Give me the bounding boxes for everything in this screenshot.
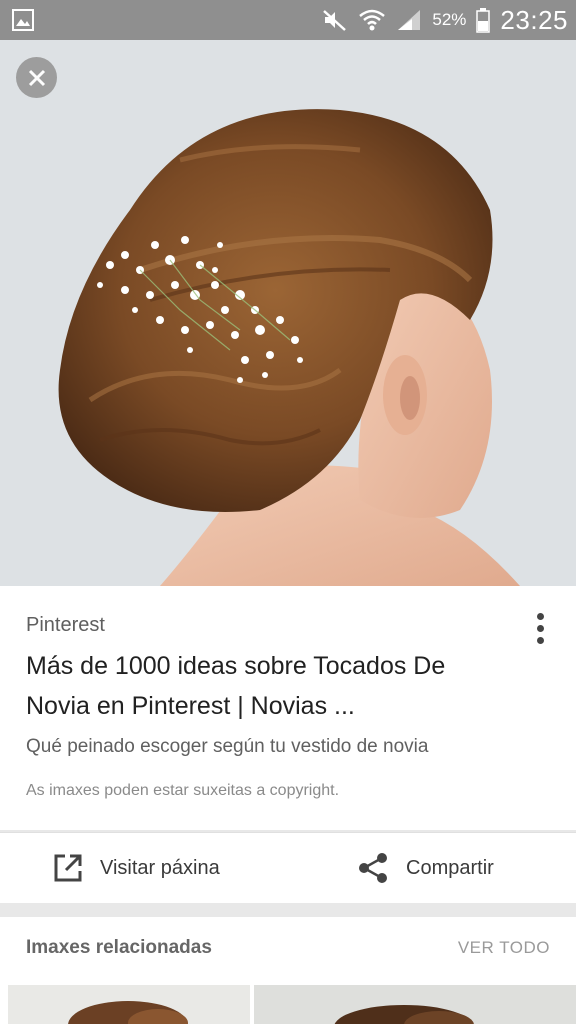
related-images-title: Imaxes relacionadas — [26, 937, 212, 958]
result-image[interactable] — [0, 40, 576, 586]
actions-bar: Visitar páxina Compartir — [0, 832, 576, 903]
related-image-thumbnail[interactable] — [254, 985, 576, 1024]
result-snippet: Qué peinado escoger según tu vestido de … — [26, 736, 429, 757]
mute-icon — [323, 10, 347, 31]
more-options-button[interactable] — [528, 608, 552, 648]
image-viewer-screen: 52% 23:25 Pinterest Más de 1000 ideas so… — [0, 0, 576, 1024]
copyright-note: As imaxes poden estar suxeitas a copyrig… — [26, 782, 340, 799]
result-title[interactable]: Más de 1000 ideas sobre Tocados De Novia… — [26, 646, 506, 726]
visit-page-button[interactable]: Visitar páxina — [52, 833, 220, 903]
result-source[interactable]: Pinterest — [26, 614, 105, 637]
status-time: 23:25 — [500, 4, 568, 35]
share-label: Compartir — [406, 856, 494, 879]
more-vert-icon — [536, 612, 544, 620]
related-image-thumbnail[interactable] — [8, 985, 250, 1024]
signal-icon — [398, 10, 421, 30]
battery-percent: 52% — [432, 10, 467, 29]
status-icons: 52% 23:25 — [322, 0, 568, 40]
result-info-card: Pinterest Más de 1000 ideas sobre Tocado… — [0, 586, 576, 830]
bridal-hair-photo — [0, 40, 576, 586]
open-in-new-icon — [54, 854, 82, 882]
visit-page-label: Visitar páxina — [100, 856, 220, 879]
status-bar: 52% 23:25 — [0, 0, 576, 40]
share-button[interactable]: Compartir — [356, 833, 494, 903]
related-thumb-photo — [68, 1001, 188, 1024]
related-thumb-photo — [334, 1005, 474, 1024]
close-icon — [28, 69, 45, 86]
gallery-icon — [12, 9, 34, 31]
close-button[interactable] — [16, 57, 57, 98]
battery-icon — [476, 8, 491, 33]
see-all-button[interactable]: VER TODO — [458, 938, 550, 958]
share-icon — [359, 853, 387, 883]
wifi-icon — [359, 9, 386, 31]
related-images-section: Imaxes relacionadas VER TODO — [0, 917, 576, 1024]
